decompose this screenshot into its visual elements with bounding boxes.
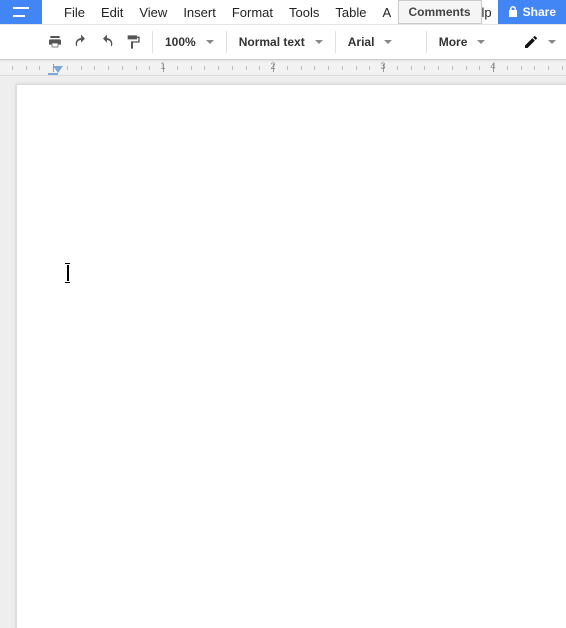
ruler-tick bbox=[479, 66, 480, 70]
document-workspace bbox=[0, 76, 566, 628]
separator bbox=[335, 31, 336, 53]
caret-down-icon bbox=[384, 40, 392, 44]
undo-button[interactable] bbox=[68, 29, 94, 55]
ruler-tick bbox=[94, 66, 95, 70]
editing-mode-caret[interactable] bbox=[544, 29, 560, 55]
ruler-tick bbox=[204, 66, 205, 70]
menu-tools[interactable]: Tools bbox=[281, 1, 327, 24]
ruler-tick bbox=[534, 66, 535, 70]
ruler-tick bbox=[136, 66, 137, 70]
ruler-tick bbox=[424, 66, 425, 70]
redo-button[interactable] bbox=[94, 29, 120, 55]
ruler-tick bbox=[452, 66, 453, 70]
text-cursor-icon bbox=[67, 265, 68, 281]
ruler-tick bbox=[356, 66, 357, 70]
ruler-tick bbox=[328, 66, 329, 70]
menu-view[interactable]: View bbox=[131, 1, 175, 24]
menu-bar: File Edit View Insert Format Tools Table… bbox=[56, 1, 398, 24]
ruler-tick bbox=[39, 66, 40, 70]
docs-logo-icon bbox=[13, 7, 29, 17]
horizontal-ruler[interactable]: 12345 bbox=[0, 60, 566, 76]
menu-addons-fragment[interactable]: A bbox=[374, 1, 391, 24]
indent-marker-bar-icon[interactable] bbox=[48, 73, 58, 76]
menu-edit[interactable]: Edit bbox=[93, 1, 131, 24]
menu-file[interactable]: File bbox=[56, 1, 93, 24]
indent-marker-icon[interactable] bbox=[53, 66, 63, 73]
ruler-tick bbox=[507, 66, 508, 70]
share-button[interactable]: Share bbox=[498, 0, 566, 24]
ruler-tick bbox=[342, 66, 343, 70]
caret-down-icon bbox=[206, 40, 214, 44]
ruler-number: 3 bbox=[380, 61, 385, 71]
separator bbox=[152, 31, 153, 53]
ruler-tick bbox=[287, 66, 288, 70]
paint-format-button[interactable] bbox=[120, 29, 146, 55]
menu-format[interactable]: Format bbox=[224, 1, 281, 24]
zoom-dropdown[interactable]: 100% bbox=[159, 29, 220, 55]
ruler-tick bbox=[314, 66, 315, 70]
ruler-tick bbox=[301, 66, 302, 70]
ruler-tick bbox=[108, 66, 109, 70]
style-value: Normal text bbox=[239, 35, 305, 49]
ruler-tick bbox=[149, 66, 150, 70]
ruler-tick bbox=[122, 66, 123, 70]
ruler-tick bbox=[218, 66, 219, 70]
caret-down-icon bbox=[548, 40, 556, 44]
ruler-number: 4 bbox=[490, 61, 495, 71]
separator bbox=[426, 31, 427, 53]
separator bbox=[226, 31, 227, 53]
ruler-tick bbox=[191, 66, 192, 70]
ruler-tick bbox=[438, 66, 439, 70]
paragraph-style-dropdown[interactable]: Normal text bbox=[233, 29, 329, 55]
ruler-tick bbox=[397, 66, 398, 70]
toolbar: 100% Normal text Arial More bbox=[0, 24, 566, 60]
font-value: Arial bbox=[348, 35, 375, 49]
caret-down-icon bbox=[315, 40, 323, 44]
ruler-tick bbox=[562, 66, 563, 70]
ruler-number: 1 bbox=[160, 61, 165, 71]
comments-button[interactable]: Comments bbox=[398, 0, 482, 24]
ruler-tick bbox=[259, 66, 260, 70]
zoom-value: 100% bbox=[165, 35, 196, 49]
ruler-tick bbox=[246, 66, 247, 70]
ruler-tick bbox=[67, 66, 68, 70]
menu-table[interactable]: Table bbox=[327, 1, 374, 24]
ruler-tick bbox=[81, 66, 82, 70]
docs-logo[interactable] bbox=[0, 0, 42, 24]
document-page[interactable] bbox=[16, 84, 566, 628]
ruler-number: 2 bbox=[270, 61, 275, 71]
menu-insert[interactable]: Insert bbox=[175, 1, 224, 24]
ruler-tick bbox=[53, 64, 54, 72]
caret-down-icon bbox=[477, 40, 485, 44]
ruler-tick bbox=[411, 66, 412, 70]
more-dropdown[interactable]: More bbox=[433, 29, 492, 55]
ruler-tick bbox=[521, 66, 522, 70]
menu-help-fragment[interactable]: lp bbox=[480, 1, 496, 24]
font-dropdown[interactable]: Arial bbox=[342, 29, 420, 55]
ruler-tick bbox=[12, 66, 13, 70]
ruler-tick bbox=[177, 66, 178, 70]
ruler-tick bbox=[466, 66, 467, 70]
print-button[interactable] bbox=[42, 29, 68, 55]
editing-mode-button[interactable] bbox=[518, 29, 544, 55]
ruler-tick bbox=[26, 66, 27, 70]
ruler-tick bbox=[232, 66, 233, 70]
ruler-tick bbox=[548, 66, 549, 70]
more-label: More bbox=[439, 35, 468, 49]
share-label: Share bbox=[523, 5, 556, 19]
ruler-tick bbox=[369, 66, 370, 70]
lock-icon bbox=[508, 6, 518, 18]
